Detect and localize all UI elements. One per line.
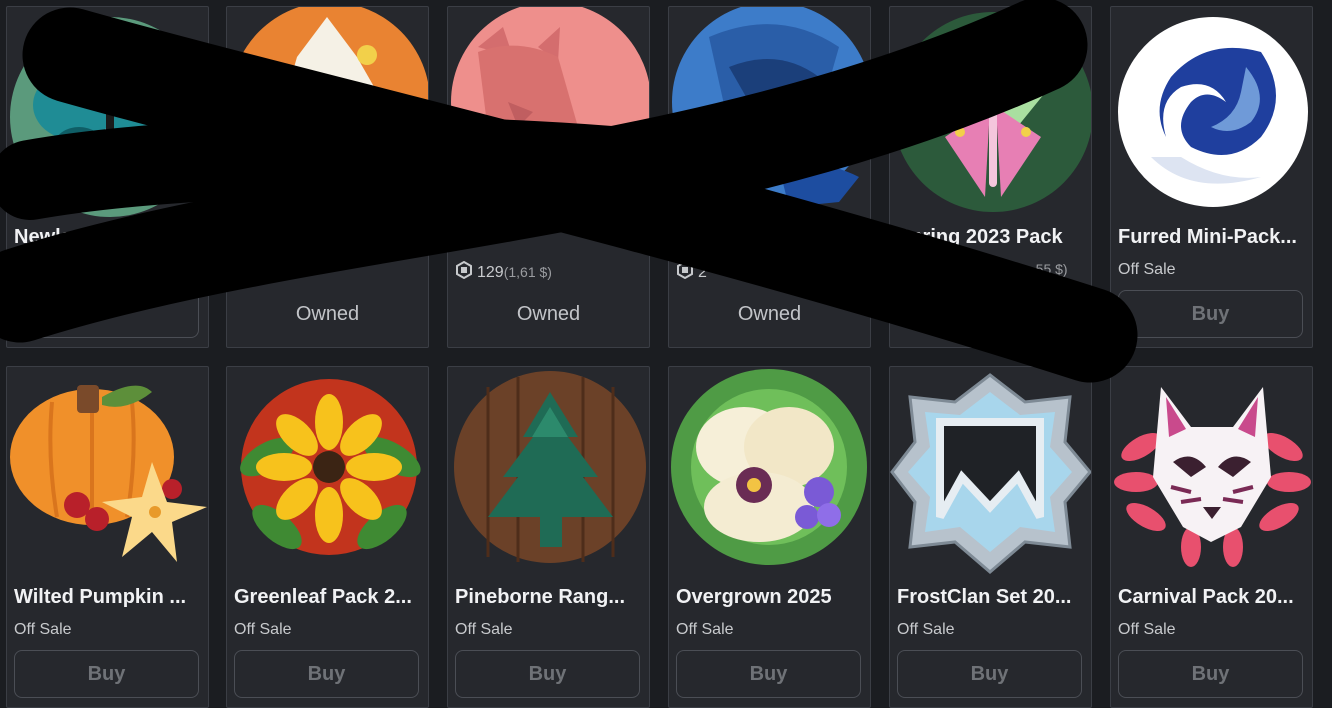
sale-status: Off Sale [234, 621, 292, 638]
item-name: Spring 2023 Pack [897, 226, 1063, 248]
item-card-pineborne[interactable]: Pineborne Rang... Off Sale Buy [447, 366, 650, 708]
item-card-greenleaf-pack[interactable]: Greenleaf Pack 2... Off Sale Buy [226, 366, 429, 708]
item-card-overgrown-2025[interactable]: Overgrown 2025 Off Sale Buy [668, 366, 871, 708]
item-card-2[interactable]: Owned [226, 6, 429, 348]
item-name: Carnival Pack 20... [1118, 586, 1294, 608]
price-usd: (1,61 $) [503, 264, 552, 280]
sale-status: Off Sale [1118, 621, 1176, 638]
fox-mask-badge-image[interactable] [1111, 367, 1312, 577]
owned-label: Owned [516, 302, 581, 325]
item-card-furred-mini-pack[interactable]: Furred Mini-Pack... Off Sale Buy [1110, 6, 1313, 348]
item-card-frostclan[interactable]: FrostClan Set 20... Off Sale Buy [889, 366, 1092, 708]
pine-tree-badge-image[interactable] [448, 367, 649, 577]
item-name: FrostClan Set 20... [897, 586, 1072, 608]
buy-button[interactable]: Buy [14, 650, 199, 698]
price-value: 2 [698, 264, 707, 281]
price: 129(1,61 $) [455, 261, 552, 282]
item-card-wilted-pumpkin[interactable]: Wilted Pumpkin ... Off Sale Buy [6, 366, 209, 708]
buy-button[interactable]: Buy [676, 650, 861, 698]
item-name: Greenleaf Pack 2... [234, 586, 412, 608]
luna-moth-badge-image[interactable] [890, 7, 1091, 217]
buy-button[interactable]: Buy [1118, 290, 1303, 338]
sale-status: Off Sale [676, 621, 734, 638]
price: (…55 $) [897, 261, 1068, 279]
robux-icon [677, 261, 693, 279]
sale-status: Off Sale [897, 621, 955, 638]
pansy-lilypad-badge-image[interactable] [669, 367, 870, 577]
price: 2 [676, 261, 707, 282]
price-value: 129 [477, 264, 504, 281]
frost-emblem-badge-image[interactable] [890, 367, 1091, 577]
owned-label: Owned [295, 302, 360, 325]
blue-creature-badge-image[interactable] [669, 7, 870, 217]
pumpkin-flower-badge-image[interactable] [7, 367, 208, 577]
white-cat-badge-image[interactable] [227, 7, 428, 217]
item-name: Pineborne Rang... [455, 586, 626, 608]
buy-button[interactable]: Buy [455, 650, 640, 698]
item-card-newleaf[interactable]: Newleaf [6, 6, 209, 348]
buy-button[interactable]: Buy [1118, 650, 1303, 698]
buy-button[interactable]: Buy [234, 650, 419, 698]
price-usd: (…55 $) [1017, 261, 1068, 277]
sale-status: Off Sale [14, 621, 72, 638]
item-name: Overgrown 2025 [676, 586, 832, 608]
item-name: Furred Mini-Pack... [1118, 226, 1297, 248]
sunflower-badge-image[interactable] [227, 367, 428, 577]
item-card-carnival-pack[interactable]: Carnival Pack 20... Off Sale Buy [1110, 366, 1313, 708]
item-card-3[interactable]: 129(1,61 $) Owned [447, 6, 650, 348]
item-card-spring-2023[interactable]: Spring 2023 Pack (…55 $) [889, 6, 1092, 348]
swirl-wind-badge-image[interactable] [1111, 7, 1312, 217]
butterfly-badge-image[interactable] [7, 7, 208, 217]
sale-status: Off Sale [1118, 261, 1176, 278]
pink-cat-badge-image[interactable] [448, 7, 649, 217]
item-name: Wilted Pumpkin ... [14, 586, 187, 608]
item-card-4[interactable]: 2 Owned [668, 6, 871, 348]
buy-button[interactable] [14, 290, 199, 338]
item-name: Newleaf [14, 226, 90, 248]
sale-status: Off Sale [455, 621, 513, 638]
buy-button[interactable]: Buy [897, 650, 1082, 698]
robux-icon [456, 261, 472, 279]
owned-label: Owned [737, 302, 802, 325]
